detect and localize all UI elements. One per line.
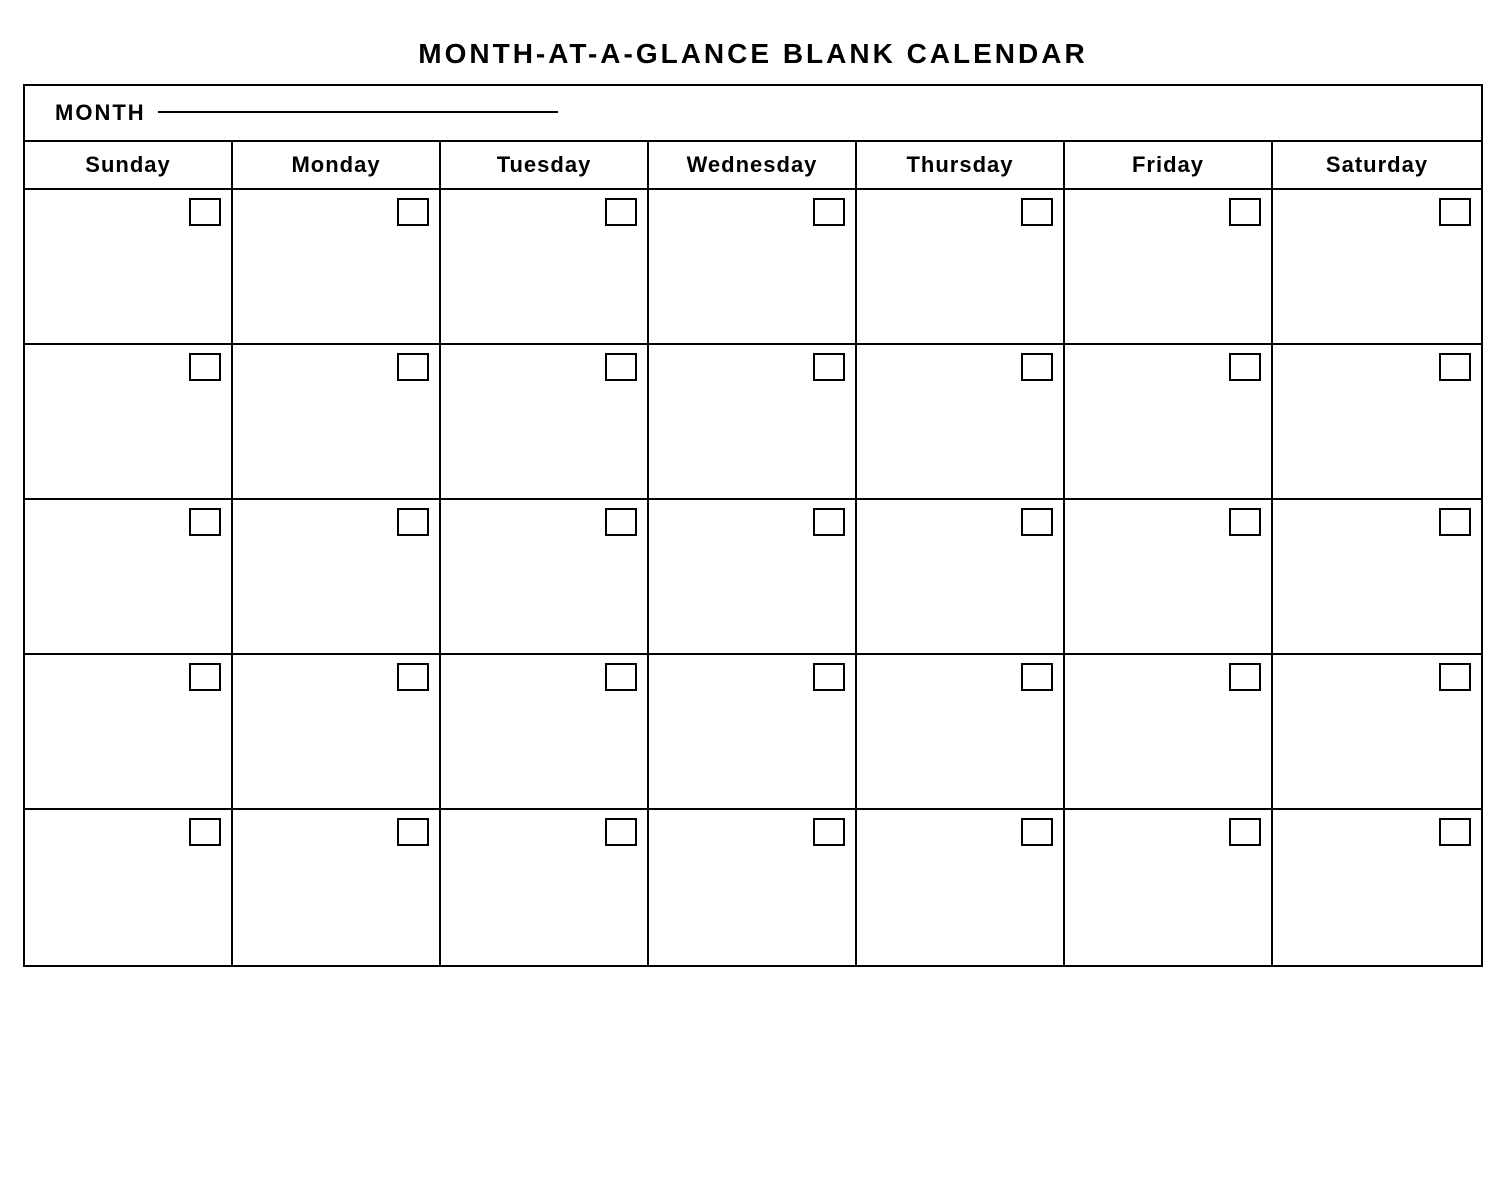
cell-1-7 (1273, 190, 1481, 345)
date-box (397, 508, 429, 536)
date-box (189, 663, 221, 691)
date-box (1021, 353, 1053, 381)
day-tuesday: Tuesday (441, 142, 649, 188)
cell-3-6 (1065, 500, 1273, 655)
cell-5-6 (1065, 810, 1273, 965)
cell-2-3 (441, 345, 649, 500)
calendar-row-2 (25, 345, 1481, 500)
cell-3-5 (857, 500, 1065, 655)
date-box (397, 198, 429, 226)
cell-2-5 (857, 345, 1065, 500)
date-box (605, 663, 637, 691)
date-box (1229, 198, 1261, 226)
date-box (1439, 508, 1471, 536)
cell-2-4 (649, 345, 857, 500)
cell-5-7 (1273, 810, 1481, 965)
date-box (813, 663, 845, 691)
cell-4-5 (857, 655, 1065, 810)
calendar-row-4 (25, 655, 1481, 810)
day-saturday: Saturday (1273, 142, 1481, 188)
calendar-outer: MONTH Sunday Monday Tuesday Wednesday Th… (23, 84, 1483, 967)
cell-3-4 (649, 500, 857, 655)
cell-5-1 (25, 810, 233, 965)
cell-4-1 (25, 655, 233, 810)
cell-5-2 (233, 810, 441, 965)
cell-4-6 (1065, 655, 1273, 810)
calendar-row-3 (25, 500, 1481, 655)
date-box (813, 508, 845, 536)
cell-2-2 (233, 345, 441, 500)
date-box (397, 353, 429, 381)
cell-2-1 (25, 345, 233, 500)
month-line (158, 111, 558, 113)
cell-3-7 (1273, 500, 1481, 655)
date-box (1439, 818, 1471, 846)
date-box (1229, 818, 1261, 846)
date-box (605, 508, 637, 536)
calendar-row-1 (25, 190, 1481, 345)
page-container: MONTH-AT-A-GLANCE BLANK CALENDAR MONTH S… (23, 20, 1483, 967)
date-box (605, 198, 637, 226)
cell-1-4 (649, 190, 857, 345)
cell-1-6 (1065, 190, 1273, 345)
cell-5-3 (441, 810, 649, 965)
cell-2-7 (1273, 345, 1481, 500)
calendar-row-5 (25, 810, 1481, 965)
cell-4-4 (649, 655, 857, 810)
days-header: Sunday Monday Tuesday Wednesday Thursday… (25, 142, 1481, 190)
date-box (813, 818, 845, 846)
date-box (397, 663, 429, 691)
day-sunday: Sunday (25, 142, 233, 188)
cell-4-2 (233, 655, 441, 810)
cell-3-2 (233, 500, 441, 655)
cell-3-3 (441, 500, 649, 655)
cell-1-5 (857, 190, 1065, 345)
date-box (1229, 663, 1261, 691)
month-label: MONTH (55, 100, 146, 126)
date-box (189, 353, 221, 381)
date-box (1439, 663, 1471, 691)
date-box (1021, 508, 1053, 536)
date-box (605, 818, 637, 846)
cell-4-7 (1273, 655, 1481, 810)
day-thursday: Thursday (857, 142, 1065, 188)
date-box (1439, 353, 1471, 381)
date-box (189, 818, 221, 846)
page-title: MONTH-AT-A-GLANCE BLANK CALENDAR (23, 20, 1483, 84)
date-box (1021, 818, 1053, 846)
cell-4-3 (441, 655, 649, 810)
cell-3-1 (25, 500, 233, 655)
cell-1-2 (233, 190, 441, 345)
date-box (1021, 198, 1053, 226)
date-box (1439, 198, 1471, 226)
day-friday: Friday (1065, 142, 1273, 188)
date-box (189, 508, 221, 536)
cell-5-5 (857, 810, 1065, 965)
cell-5-4 (649, 810, 857, 965)
cell-2-6 (1065, 345, 1273, 500)
day-monday: Monday (233, 142, 441, 188)
calendar-grid (25, 190, 1481, 965)
date-box (813, 353, 845, 381)
date-box (397, 818, 429, 846)
date-box (605, 353, 637, 381)
cell-1-3 (441, 190, 649, 345)
date-box (189, 198, 221, 226)
date-box (1021, 663, 1053, 691)
date-box (813, 198, 845, 226)
date-box (1229, 353, 1261, 381)
month-row: MONTH (25, 86, 1481, 142)
day-wednesday: Wednesday (649, 142, 857, 188)
cell-1-1 (25, 190, 233, 345)
date-box (1229, 508, 1261, 536)
